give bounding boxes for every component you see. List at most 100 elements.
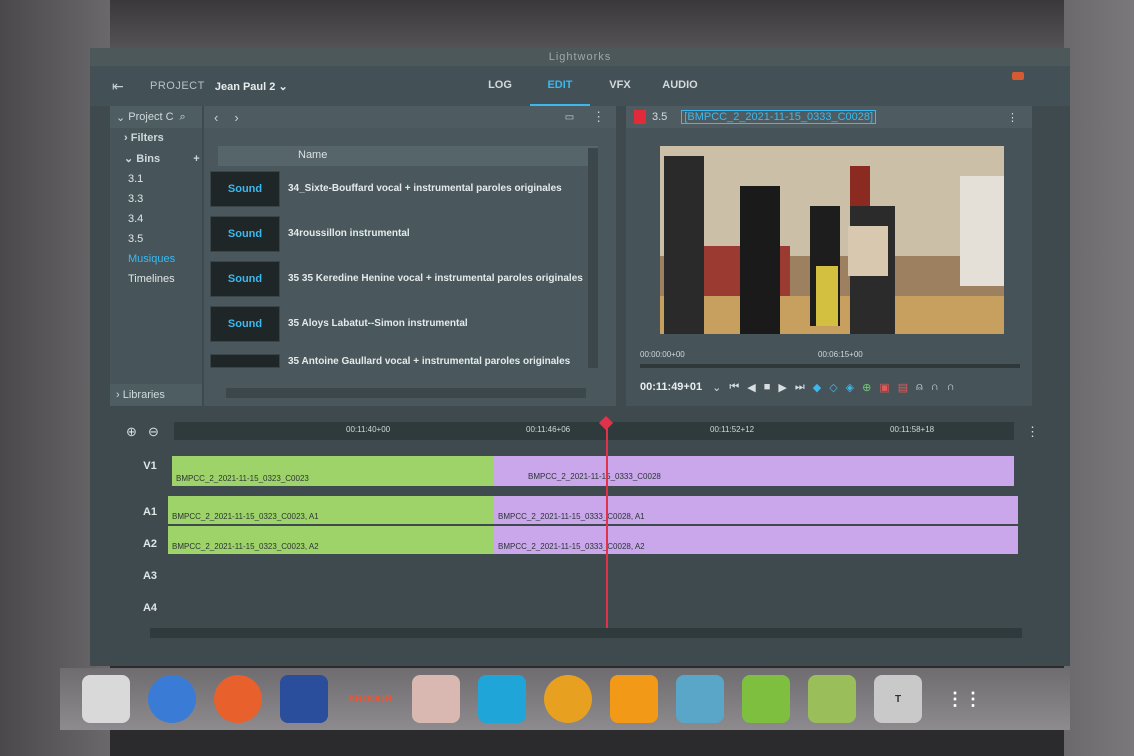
list-item[interactable]: Sound 35 35 Keredine Henine vocal + inst…	[210, 256, 594, 301]
list-item[interactable]: 35 Antoine Gaullard vocal + instrumental…	[210, 346, 594, 376]
ruler-tick: 00:11:58+18	[890, 425, 935, 434]
timeline-panel: ⊕ ⊖ 00:11:40+00 00:11:46+06 00:11:52+12 …	[90, 414, 1070, 666]
timeline-scrollbar[interactable]	[150, 628, 1022, 638]
zoom-out-icon[interactable]: ⊖	[148, 424, 159, 440]
add-bin-icon[interactable]: +	[193, 153, 199, 165]
bin-item-3-3[interactable]: 3.3	[110, 189, 202, 209]
tab-vfx[interactable]: VFX	[590, 66, 650, 106]
bins-item[interactable]: ⌄ Bins +	[110, 148, 202, 169]
camera-icon[interactable]	[544, 675, 592, 723]
audacity-icon[interactable]	[280, 675, 328, 723]
ardour-icon[interactable]: ARDOUR	[346, 675, 394, 723]
screenshot-icon[interactable]	[676, 675, 724, 723]
bookmark-flag-icon[interactable]	[634, 110, 646, 124]
sound-thumbnail: Sound	[210, 260, 280, 297]
timeline-menu-icon[interactable]: ⋮	[1026, 424, 1039, 440]
bin-item-timelines[interactable]: Timelines	[110, 269, 202, 289]
back-arrow-icon[interactable]: ‹	[214, 110, 218, 125]
project-name-dropdown[interactable]: Jean Paul 2 ⌄	[215, 80, 288, 93]
loop-alt-icon[interactable]: ∩	[947, 381, 955, 393]
horizontal-scrollbar[interactable]	[226, 388, 586, 398]
tiles-icon[interactable]	[478, 675, 526, 723]
name-column-header[interactable]: Name	[218, 146, 598, 166]
files-icon[interactable]	[82, 675, 130, 723]
filters-label: Filters	[130, 132, 164, 144]
libraries-item[interactable]: › Libraries	[110, 384, 202, 406]
project-panel: ⌄ Project C ⌕ › Filters ⌄ Bins + 3.1 3.3…	[110, 106, 202, 406]
sound-thumbnail	[210, 354, 280, 368]
presenter-icon[interactable]	[412, 675, 460, 723]
source-viewer: 3.5 [BMPCC_2_2021-11-15_0333_C0028] ⋮ 00	[626, 106, 1032, 406]
bin-rows: Sound 34_Sixte-Bouffard vocal + instrume…	[210, 166, 594, 386]
chevron-down-icon[interactable]: ⌄	[712, 381, 721, 394]
viewer-bin-id: 3.5	[652, 111, 668, 123]
tab-log[interactable]: LOG	[470, 66, 530, 106]
forward-arrow-icon[interactable]: ›	[234, 110, 238, 125]
clip-name: 35 Antoine Gaullard vocal + instrumental…	[288, 355, 571, 367]
search-icon[interactable]: ⌕	[180, 111, 186, 124]
list-item[interactable]: Sound 34_Sixte-Bouffard vocal + instrume…	[210, 166, 594, 211]
ardour-label: ARDOUR	[348, 693, 392, 705]
chevron-down-icon[interactable]: ⌄	[116, 111, 128, 124]
thunderbird-icon[interactable]	[148, 675, 196, 723]
zoom-in-icon[interactable]: ⊕	[126, 424, 137, 440]
project-panel-title: Project C	[128, 111, 174, 123]
notification-icon[interactable]	[1012, 72, 1024, 80]
image-icon[interactable]	[742, 675, 790, 723]
a1-clip[interactable]: BMPCC_2_2021-11-15_0333_C0028, A1	[494, 496, 1018, 524]
firefox-icon[interactable]	[214, 675, 262, 723]
playhead[interactable]	[606, 422, 608, 634]
mark-out-icon[interactable]: ◇	[829, 381, 837, 394]
exit-project-icon[interactable]: ⇤	[112, 78, 136, 95]
overwrite-icon[interactable]: ▣	[879, 381, 889, 394]
track-label-a4[interactable]: A4	[120, 602, 180, 614]
a1-clip[interactable]: BMPCC_2_2021-11-15_0323_C0023, A1	[168, 496, 494, 524]
apps-grid-icon[interactable]: ⋮⋮	[940, 675, 988, 723]
list-item[interactable]: Sound 34roussillon instrumental	[210, 211, 594, 256]
go-to-end-icon[interactable]: ⏭	[795, 381, 805, 394]
viewer-menu-icon[interactable]: ⋮	[1007, 111, 1018, 124]
insert-icon[interactable]: ⊕	[862, 381, 871, 394]
bin-item-3-5[interactable]: 3.5	[110, 229, 202, 249]
bin-item-3-4[interactable]: 3.4	[110, 209, 202, 229]
v1-clip[interactable]: BMPCC_2_2021-11-15_0323_C0023	[172, 456, 494, 486]
ruler-tick: 00:11:52+12	[710, 425, 755, 434]
filters-item[interactable]: › Filters	[110, 128, 202, 148]
list-item[interactable]: Sound 35 Aloys Labatut--Simon instrument…	[210, 301, 594, 346]
current-timecode[interactable]: 00:11:49+01	[640, 381, 702, 393]
bin-item-3-1[interactable]: 3.1	[110, 169, 202, 189]
shotwell-icon[interactable]	[808, 675, 856, 723]
loop-icon[interactable]: ∩	[931, 381, 939, 393]
step-back-icon[interactable]: ◀	[747, 381, 755, 394]
bin-item-musiques[interactable]: Musiques	[110, 249, 202, 269]
timeline-ruler[interactable]: 00:11:40+00 00:11:46+06 00:11:52+12 00:1…	[174, 422, 1014, 440]
project-panel-header: ⌄ Project C ⌕	[110, 106, 202, 128]
tab-audio[interactable]: AUDIO	[650, 66, 710, 106]
viewer-clip-name[interactable]: [BMPCC_2_2021-11-15_0333_C0028]	[681, 110, 877, 124]
sound-thumbnail: Sound	[210, 305, 280, 342]
microphone-icon[interactable]: ⍝	[916, 381, 923, 394]
v1-clip[interactable]: BMPCC_2_2021-11-15_0333_C0028	[494, 456, 1014, 486]
mode-tabs: LOG EDIT VFX AUDIO	[470, 66, 710, 106]
window-title: Lightworks	[90, 48, 1070, 66]
tab-edit[interactable]: EDIT	[530, 66, 590, 106]
viewer-header: 3.5 [BMPCC_2_2021-11-15_0333_C0028] ⋮	[626, 106, 1032, 128]
view-mode-icon[interactable]: ▭	[565, 112, 574, 123]
track-label-a3[interactable]: A3	[120, 570, 180, 582]
mark-in-icon[interactable]: ◆	[813, 381, 821, 394]
track-label-v1[interactable]: V1	[120, 460, 180, 472]
vertical-scrollbar[interactable]	[588, 148, 598, 368]
replace-icon[interactable]: ▤	[898, 381, 908, 394]
typora-icon[interactable]: T	[874, 675, 922, 723]
viewer-scrub-bar[interactable]	[640, 364, 1020, 368]
stop-icon[interactable]: ■	[764, 381, 771, 393]
vlc-icon[interactable]	[610, 675, 658, 723]
clear-marks-icon[interactable]: ◈	[846, 381, 854, 394]
play-icon[interactable]: ▶	[778, 381, 786, 394]
a2-clip[interactable]: BMPCC_2_2021-11-15_0333_C0028, A2	[494, 526, 1018, 554]
bin-menu-icon[interactable]: ⋮	[592, 109, 605, 125]
a2-clip[interactable]: BMPCC_2_2021-11-15_0323_C0023, A2	[168, 526, 494, 554]
clip-name: 34roussillon instrumental	[288, 228, 410, 239]
sound-thumbnail: Sound	[210, 170, 280, 207]
go-to-start-icon[interactable]: ⏮	[729, 381, 739, 394]
